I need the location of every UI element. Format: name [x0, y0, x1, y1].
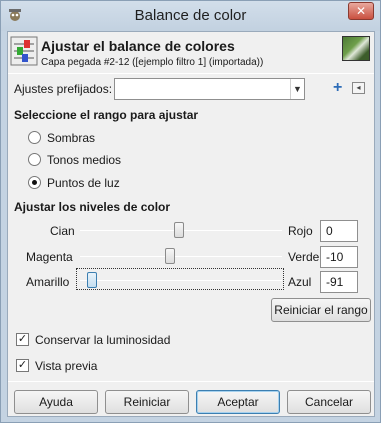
header-subtitle: Capa pegada #2-12 ([ejemplo filtro 1] (i… — [41, 57, 264, 68]
color-balance-icon — [10, 36, 38, 66]
cyan-label: Cian — [50, 224, 75, 238]
layer-thumbnail — [342, 36, 370, 61]
dialog-header: Ajustar el balance de colores Capa pegad… — [8, 32, 374, 74]
blue-label: Azul — [288, 275, 312, 289]
radio-shadows[interactable] — [28, 131, 41, 144]
preview-label[interactable]: Vista previa — [35, 359, 97, 373]
reset-range-button[interactable]: Reiniciar el rango — [271, 298, 371, 322]
magenta-label: Magenta — [26, 250, 73, 264]
dialog-window: Balance de color ✕ Ajustar el balance de… — [0, 0, 381, 423]
help-button[interactable]: Ayuda — [14, 390, 98, 414]
magenta-green-slider-handle[interactable] — [165, 248, 175, 264]
presets-label: Ajustes prefijados: — [14, 82, 113, 96]
titlebar[interactable]: Balance de color ✕ — [1, 1, 380, 31]
yellow-blue-value[interactable]: -91 — [320, 271, 358, 293]
green-label: Verde — [288, 250, 320, 264]
range-heading: Seleccione el rango para ajustar — [14, 108, 199, 122]
preserve-luminosity-label[interactable]: Conservar la luminosidad — [35, 333, 170, 347]
cyan-red-value[interactable]: 0 — [320, 220, 358, 242]
cyan-red-slider-handle[interactable] — [174, 222, 184, 238]
header-title: Ajustar el balance de colores — [41, 38, 235, 54]
window-title: Balance de color — [134, 7, 247, 24]
presets-combo[interactable]: ▼ — [114, 78, 305, 100]
footer-divider — [8, 381, 374, 382]
focus-outline — [76, 268, 284, 290]
magenta-green-slider-track[interactable] — [80, 256, 282, 257]
levels-heading: Ajustar los niveles de color — [14, 200, 171, 214]
preserve-luminosity-checkbox[interactable]: ✓ — [16, 333, 29, 346]
red-label: Rojo — [288, 224, 313, 238]
radio-highlights[interactable] — [28, 176, 41, 189]
chevron-down-icon[interactable]: ▼ — [290, 79, 304, 99]
dialog-content: Ajustar el balance de colores Capa pegad… — [7, 31, 375, 417]
preview-checkbox[interactable]: ✓ — [16, 359, 29, 372]
radio-midtones[interactable] — [28, 153, 41, 166]
yellow-label: Amarillo — [26, 275, 70, 289]
cancel-button[interactable]: Cancelar — [287, 390, 371, 414]
add-preset-icon[interactable]: + — [333, 80, 342, 96]
reset-button[interactable]: Reiniciar — [105, 390, 189, 414]
yellow-blue-slider-handle[interactable] — [87, 272, 97, 288]
magenta-green-value[interactable]: -10 — [320, 246, 358, 268]
close-button[interactable]: ✕ — [348, 2, 374, 20]
radio-midtones-label[interactable]: Tonos medios — [47, 153, 121, 167]
yellow-blue-slider-track[interactable] — [80, 280, 282, 281]
radio-shadows-label[interactable]: Sombras — [47, 131, 95, 145]
header-divider — [8, 73, 374, 74]
presets-menu-icon[interactable]: ◂ — [352, 82, 365, 94]
radio-highlights-label[interactable]: Puntos de luz — [47, 176, 120, 190]
ok-button[interactable]: Aceptar — [196, 390, 280, 414]
